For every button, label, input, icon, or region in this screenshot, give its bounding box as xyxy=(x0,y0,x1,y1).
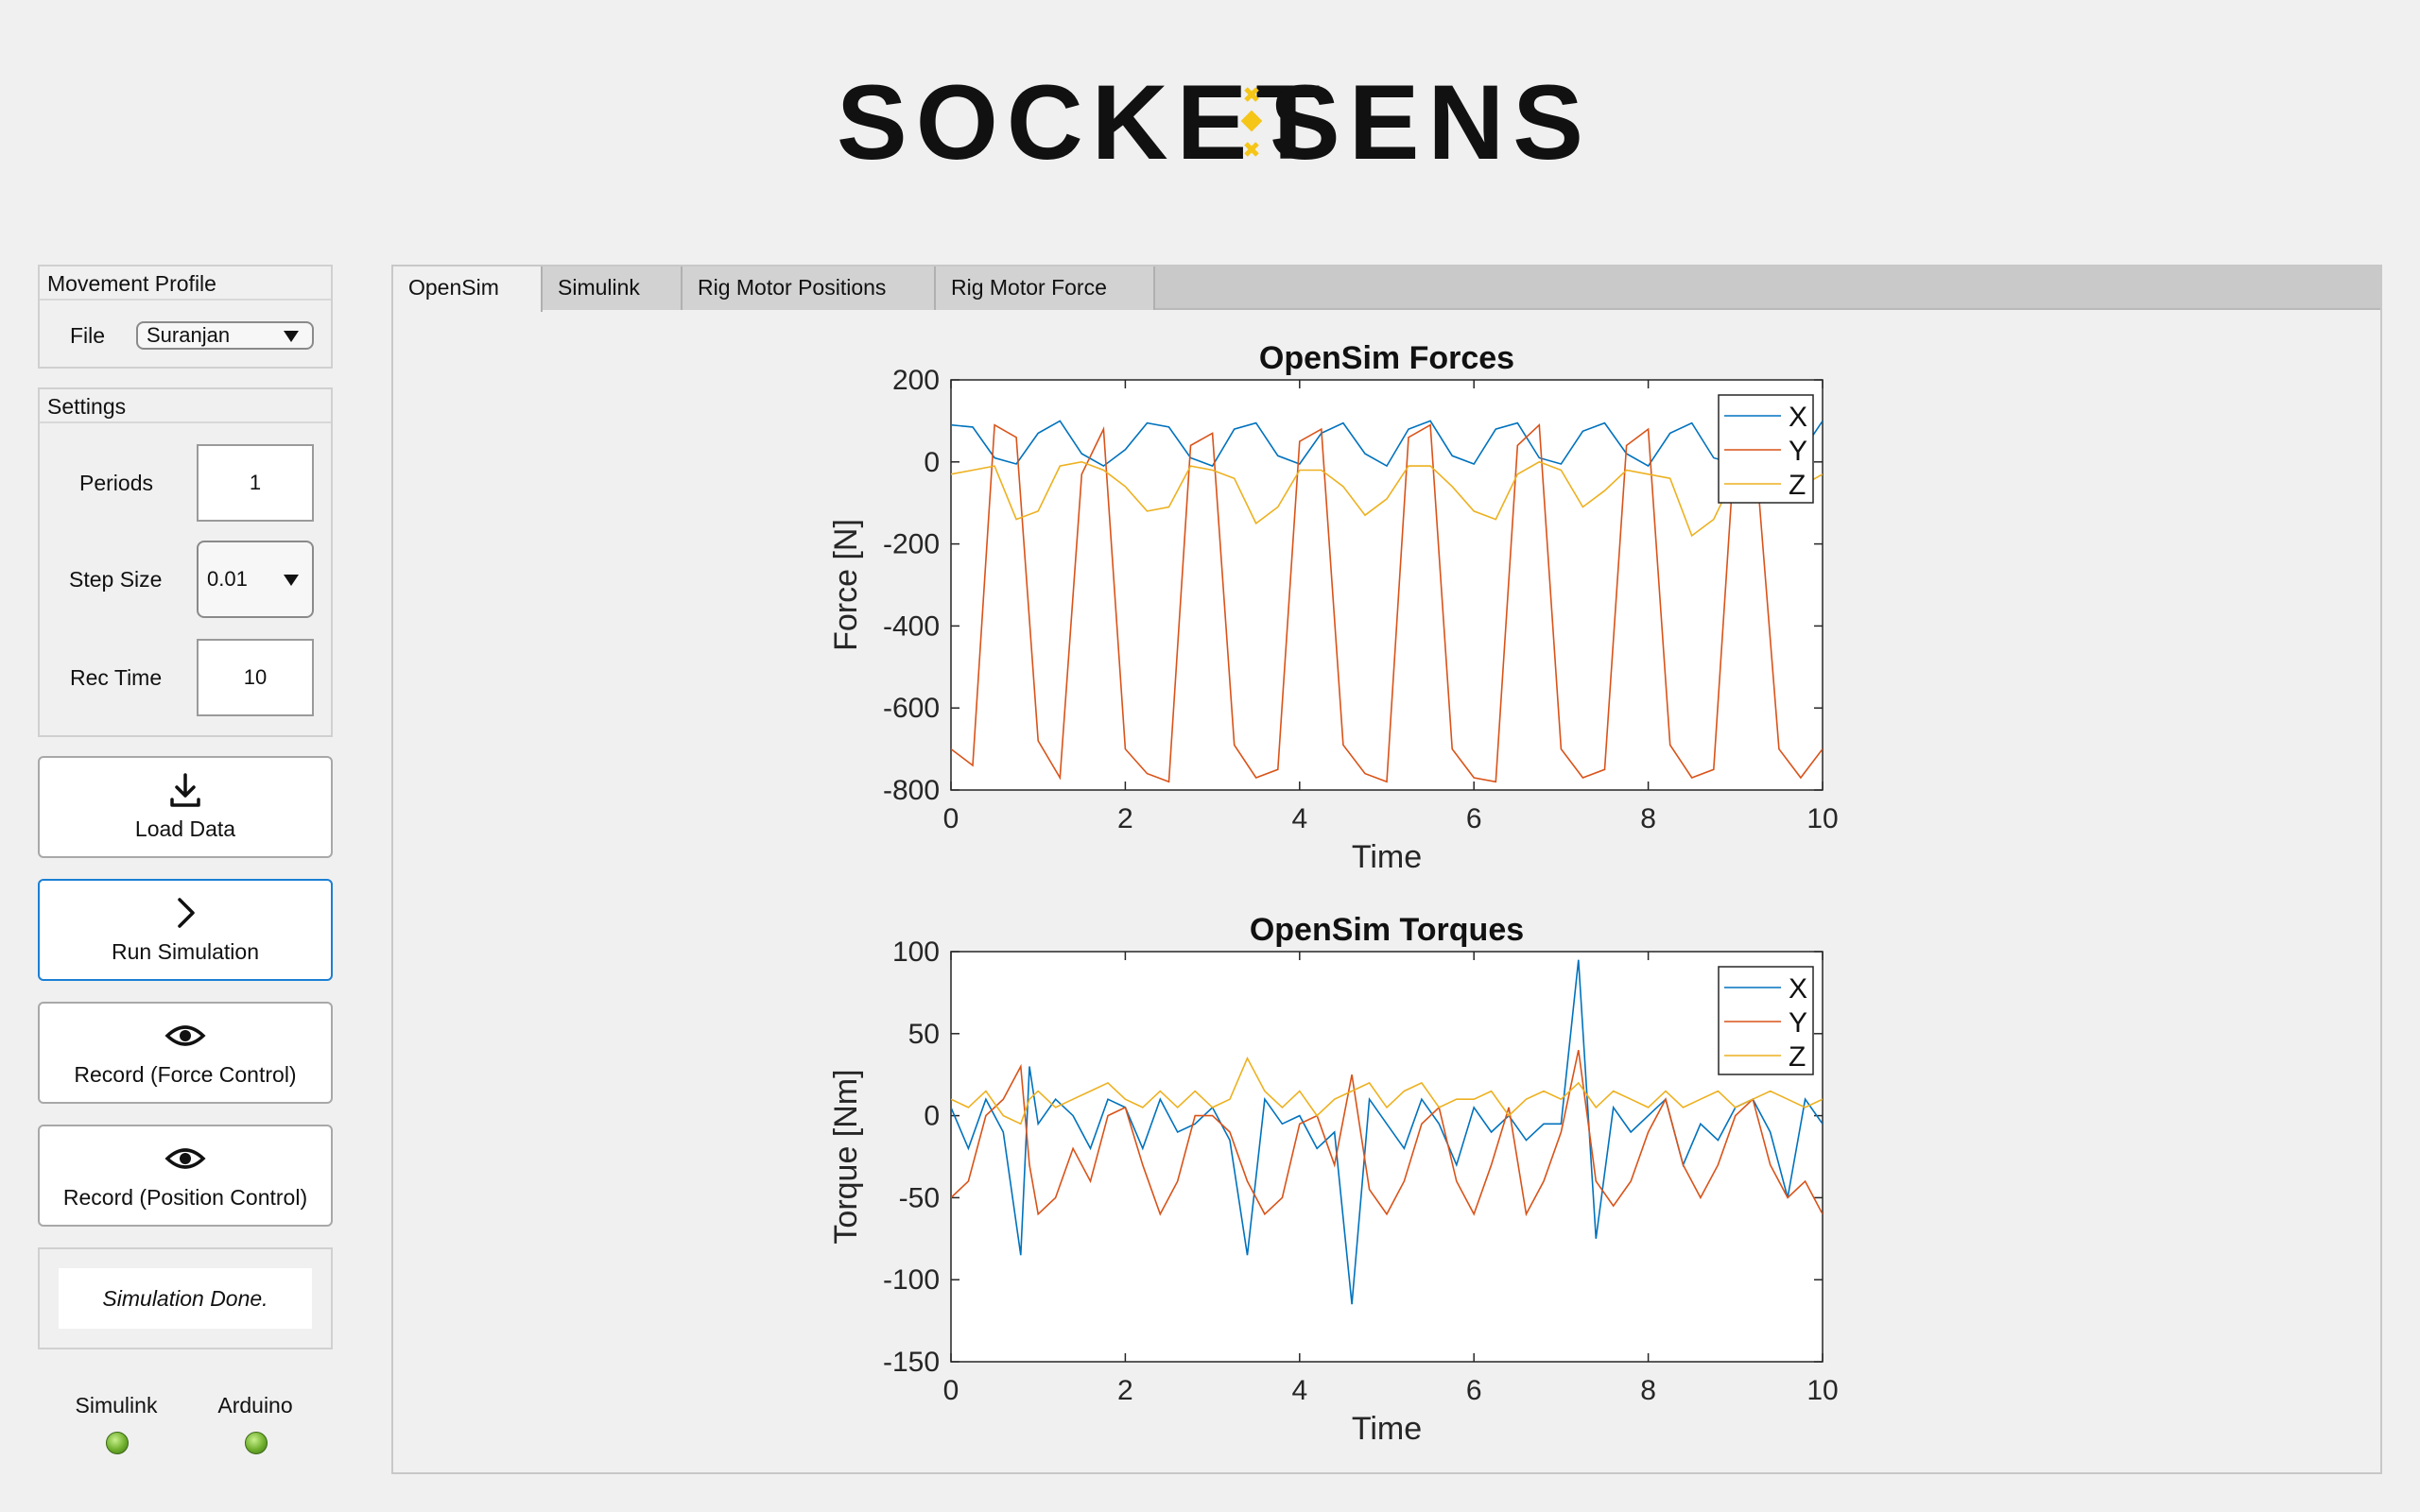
legend-label-y: Y xyxy=(1789,1007,1807,1039)
y-tick-label: -800 xyxy=(883,775,940,806)
movement-profile-panel: Movement Profile File Suranjan xyxy=(38,265,333,369)
legend-label-z: Z xyxy=(1789,1041,1806,1073)
legend: XYZ xyxy=(1718,966,1814,1075)
run-simulation-button[interactable]: Run Simulation xyxy=(38,879,333,981)
periods-field[interactable]: 1 xyxy=(197,444,314,522)
x-tick-label: 6 xyxy=(1466,1375,1482,1406)
y-tick-label: -600 xyxy=(883,693,940,724)
run-simulation-label: Run Simulation xyxy=(112,939,259,964)
y-tick-label: 0 xyxy=(924,447,940,478)
x-axis-label: Time xyxy=(1352,1411,1422,1447)
file-dropdown[interactable]: Suranjan xyxy=(136,321,314,350)
download-icon xyxy=(40,771,331,809)
x-tick-label: 10 xyxy=(1806,803,1838,834)
eye-icon xyxy=(40,1140,331,1177)
step-size-value: 0.01 xyxy=(207,567,248,591)
chevron-down-icon xyxy=(284,331,299,342)
plot-area xyxy=(950,379,1824,791)
status-panel: Simulation Done. xyxy=(38,1247,333,1349)
plot-area xyxy=(950,951,1824,1363)
rec-time-field[interactable]: 10 xyxy=(197,639,314,716)
socket-sense-logo: SOCKET SENSE xyxy=(837,68,1583,172)
step-size-dropdown[interactable]: 0.01 xyxy=(197,541,314,618)
y-tick-label: -400 xyxy=(883,610,940,642)
simulink-status-led xyxy=(106,1432,129,1454)
eye-icon xyxy=(40,1017,331,1055)
legend-label-x: X xyxy=(1789,402,1807,433)
y-tick-label: 200 xyxy=(892,365,940,396)
chevron-right-icon xyxy=(40,894,331,932)
arduino-status-led xyxy=(245,1432,268,1454)
record-force-control-button[interactable]: Record (Force Control) xyxy=(38,1002,333,1104)
record-force-control-label: Record (Force Control) xyxy=(74,1062,297,1087)
y-tick-label: -150 xyxy=(883,1347,940,1378)
legend-label-y: Y xyxy=(1789,436,1807,467)
y-tick-label: -100 xyxy=(883,1264,940,1296)
y-tick-label: -50 xyxy=(899,1182,940,1213)
chart-torques: OpenSim Torques 0 2 4 6 8 10 -150 -100 -50 0 50 100 T… xyxy=(828,912,1839,1447)
rec-time-label: Rec Time xyxy=(70,665,163,690)
y-tick-label: -200 xyxy=(883,529,940,560)
chart-forces: OpenSim Forces 0 2 4 6 8 10 -800 -600 -400 -200 0 20… xyxy=(828,340,1839,875)
load-data-label: Load Data xyxy=(134,816,236,841)
simulink-indicator-label: Simulink xyxy=(75,1393,158,1418)
y-axis-label: Torque [Nm] xyxy=(828,1069,864,1244)
file-label: File xyxy=(70,323,106,348)
logo-text-right: SENSE xyxy=(1270,68,1583,172)
x-tick-label: 4 xyxy=(1291,803,1307,834)
legend-label-z: Z xyxy=(1789,470,1806,501)
legend-label-x: X xyxy=(1789,973,1807,1005)
arduino-indicator-label: Arduino xyxy=(217,1393,293,1418)
load-data-button[interactable]: Load Data xyxy=(38,756,333,858)
x-tick-label: 8 xyxy=(1640,803,1656,834)
chart-title: OpenSim Torques xyxy=(1250,912,1524,948)
x-tick-label: 6 xyxy=(1466,803,1482,834)
step-size-label: Step Size xyxy=(69,567,163,592)
settings-title: Settings xyxy=(40,389,331,423)
movement-profile-title: Movement Profile xyxy=(40,266,331,301)
x-tick-label: 0 xyxy=(943,1375,959,1406)
record-position-control-button[interactable]: Record (Position Control) xyxy=(38,1125,333,1227)
y-tick-label: 100 xyxy=(892,936,940,968)
x-axis-label: Time xyxy=(1352,839,1422,875)
file-dropdown-value: Suranjan xyxy=(147,323,231,347)
chart-title: OpenSim Forces xyxy=(1259,340,1514,376)
status-message: Simulation Done. xyxy=(59,1268,312,1329)
chevron-down-icon xyxy=(284,575,299,586)
y-tick-label: 0 xyxy=(924,1101,940,1132)
record-position-control-label: Record (Position Control) xyxy=(62,1185,308,1210)
y-axis-label: Force [N] xyxy=(828,519,864,651)
x-tick-label: 4 xyxy=(1291,1375,1307,1406)
x-tick-label: 2 xyxy=(1117,1375,1133,1406)
x-tick-label: 2 xyxy=(1117,803,1133,834)
x-tick-label: 10 xyxy=(1806,1375,1838,1406)
tab-panel: OpenSim Simulink Rig Motor Positions Rig… xyxy=(391,265,2382,1474)
legend: XYZ xyxy=(1718,394,1814,504)
x-tick-label: 8 xyxy=(1640,1375,1656,1406)
x-tick-label: 0 xyxy=(943,803,959,834)
settings-panel: Settings Periods 1 Step Size 0.01 Rec Ti… xyxy=(38,387,333,737)
y-tick-label: 50 xyxy=(908,1019,940,1050)
periods-label: Periods xyxy=(79,471,153,495)
opensim-charts: OpenSim Forces0 2 4 6 8 10-800-600-400-200020… xyxy=(828,340,1839,1447)
